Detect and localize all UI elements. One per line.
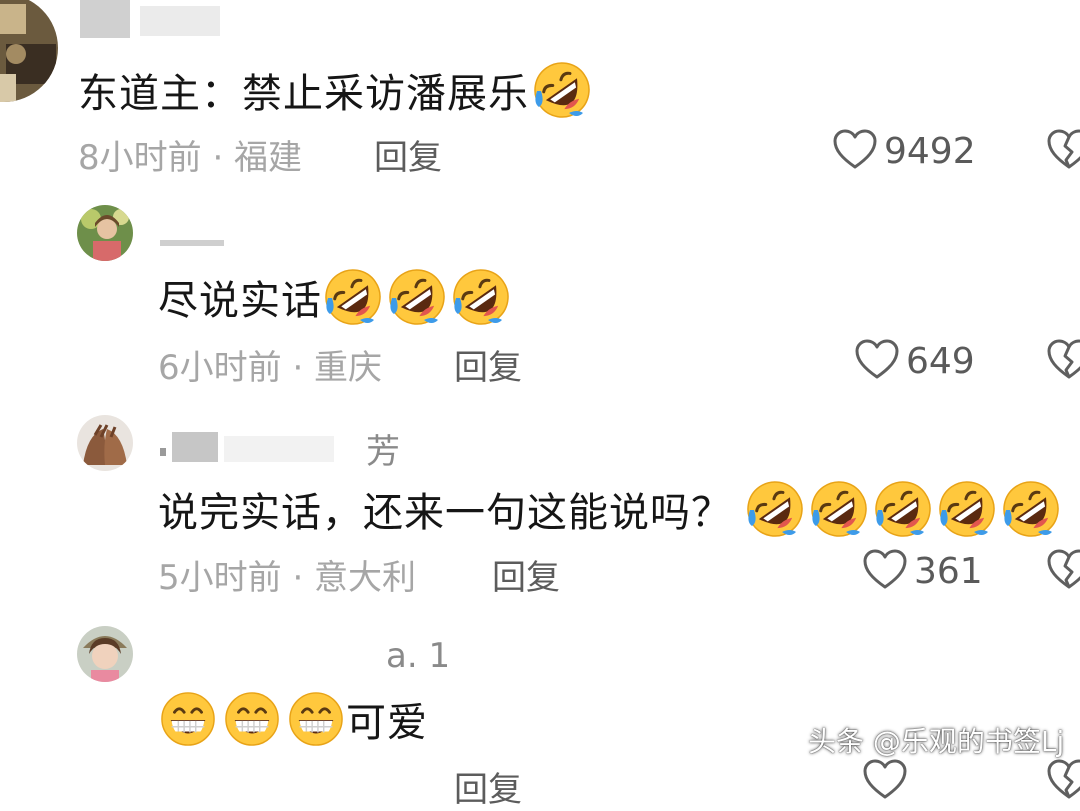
like-count: 361 (914, 550, 983, 592)
like-count: 649 (906, 340, 975, 382)
comment-text: 说完实话，还来一句这能说吗？ (158, 478, 1060, 540)
like-button[interactable]: 649 (854, 338, 975, 384)
comment-meta: 6小时前 · 重庆 (158, 348, 383, 388)
username-blur (140, 6, 220, 36)
comment-body: 尽说实话 (158, 278, 322, 324)
username-blur (160, 448, 166, 456)
heart-icon (862, 758, 908, 804)
username-blur (160, 240, 224, 246)
dislike-button[interactable] (1046, 338, 1080, 384)
like-button[interactable]: 9492 (832, 128, 976, 174)
avatar[interactable] (0, 0, 58, 102)
comment-text: 可爱 (160, 688, 428, 750)
reply-button[interactable]: 回复 (492, 550, 560, 599)
laugh-icon (874, 480, 932, 538)
grinning-face-icon (160, 691, 216, 747)
reply-button[interactable]: 回复 (454, 762, 522, 811)
username-blur (80, 0, 130, 38)
comment-text: 尽说实话 (158, 266, 510, 328)
laugh-icon (810, 480, 868, 538)
broken-heart-icon (1046, 339, 1080, 384)
comment-body: 说完实话，还来一句这能说吗？ (158, 490, 732, 536)
laugh-icon (746, 480, 804, 538)
comment-text: 东道主：禁止采访潘展乐 (78, 60, 591, 120)
broken-heart-icon (1046, 759, 1080, 804)
heart-icon (854, 338, 900, 384)
comment-body: 可爱 (346, 700, 428, 746)
reply-button[interactable]: 回复 (374, 130, 442, 179)
avatar[interactable] (77, 626, 133, 682)
laugh-icon (533, 61, 591, 119)
heart-icon (832, 128, 878, 174)
broken-heart-icon (1046, 549, 1080, 594)
reply-button[interactable]: 回复 (454, 340, 522, 389)
username-blur (224, 436, 334, 462)
heart-icon (862, 548, 908, 594)
comment-meta: 5小时前 · 意大利 (158, 558, 417, 598)
dislike-button[interactable] (1046, 548, 1080, 594)
like-button[interactable]: 361 (862, 548, 983, 594)
broken-heart-icon (1046, 129, 1080, 174)
username-blur (172, 432, 218, 462)
comment-body: 东道主：禁止采访潘展乐 (78, 71, 529, 117)
grinning-face-icon (224, 691, 280, 747)
like-button[interactable] (862, 758, 914, 804)
username[interactable]: a. 1 (386, 636, 450, 676)
watermark: 头条 @乐观的书签Lj (808, 725, 1065, 758)
laugh-icon (324, 268, 382, 326)
like-count: 9492 (884, 130, 976, 172)
dislike-button[interactable] (1046, 128, 1080, 174)
laugh-icon (938, 480, 996, 538)
grinning-face-icon (288, 691, 344, 747)
laugh-icon (452, 268, 510, 326)
username[interactable]: 芳 (366, 424, 400, 473)
comment-meta: 8小时前 · 福建 (78, 138, 303, 178)
laugh-icon (1002, 480, 1060, 538)
laugh-icon (388, 268, 446, 326)
avatar[interactable] (77, 415, 133, 471)
avatar[interactable] (77, 205, 133, 261)
dislike-button[interactable] (1046, 758, 1080, 804)
